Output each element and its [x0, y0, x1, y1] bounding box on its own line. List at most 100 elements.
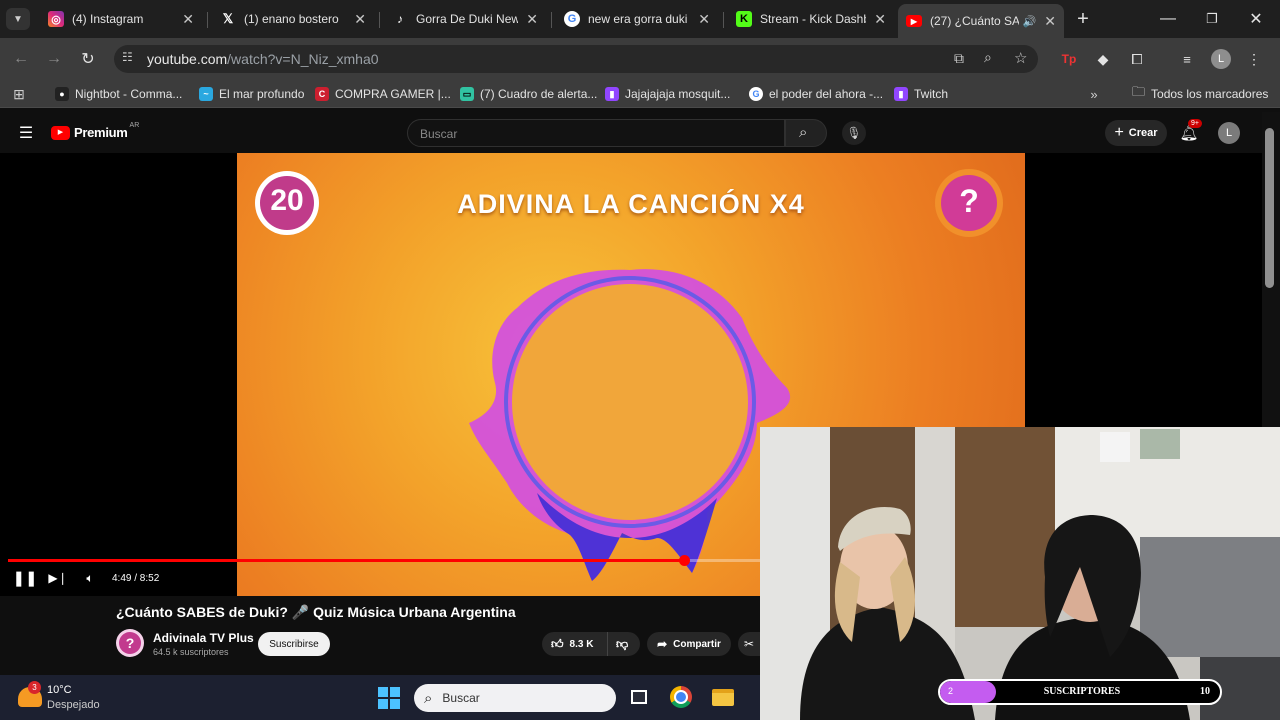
- extensions-button[interactable]: ⧠: [1126, 49, 1148, 69]
- like-dislike-group: 👍︎ 8.3 K 👎︎: [542, 632, 640, 656]
- close-icon[interactable]: ✕: [874, 11, 886, 28]
- account-avatar[interactable]: L: [1218, 122, 1240, 144]
- bookmark-item[interactable]: ▮ Jajajajaja mosquit...: [605, 86, 730, 102]
- bookmark-item[interactable]: ▮ Twitch: [894, 86, 948, 102]
- bookmark-label: el poder del ahora -...: [769, 87, 884, 101]
- subscribe-button[interactable]: Suscribirse: [258, 632, 330, 656]
- weather-condition: Despejado: [47, 699, 100, 711]
- minimize-button[interactable]: —: [1150, 6, 1186, 32]
- address-bar[interactable]: ☷ youtube.com/watch?v=N_Niz_xmha0 ⧉ ⌕ ☆: [114, 45, 1038, 73]
- apps-button[interactable]: ⊞: [10, 85, 28, 103]
- install-app-icon[interactable]: ⧉: [954, 50, 964, 67]
- channel-avatar[interactable]: ?: [116, 629, 144, 657]
- double-chevron-icon: »: [1090, 86, 1098, 102]
- youtube-logo[interactable]: ▶ Premium AR: [51, 122, 140, 140]
- all-bookmarks-button[interactable]: 🗀 Todos los marcadores: [1132, 84, 1269, 102]
- guide-menu-button[interactable]: ☰: [16, 123, 36, 143]
- close-window-button[interactable]: ✕: [1238, 6, 1274, 32]
- bookmark-item[interactable]: C COMPRA GAMER |...: [315, 86, 451, 102]
- subscribe-label: Suscribirse: [269, 638, 319, 650]
- folder-icon: [712, 688, 734, 706]
- tab-google[interactable]: G new era gorra duki - ✕: [560, 4, 714, 34]
- next-button[interactable]: ▶❘: [48, 569, 67, 587]
- taskbar-search[interactable]: ⌕ Buscar: [414, 684, 616, 712]
- voice-search-button[interactable]: 🎙: [842, 121, 866, 145]
- task-view-button[interactable]: [628, 686, 650, 708]
- twitch-icon: ▮: [605, 87, 619, 101]
- bookmark-item[interactable]: ▭ (7) Cuadro de alerta...: [460, 86, 597, 102]
- tab-x[interactable]: 𝕏 (1) enano bostero ✕: [216, 4, 370, 34]
- new-tab-button[interactable]: +: [1070, 6, 1096, 32]
- zoom-icon[interactable]: ⌕: [984, 49, 992, 66]
- bookmark-item[interactable]: G el poder del ahora -...: [749, 86, 883, 102]
- arrow-left-icon: ←: [13, 50, 29, 67]
- more-bookmarks-button[interactable]: »: [1086, 85, 1102, 103]
- all-bookmarks-label: Todos los marcadores: [1151, 87, 1269, 101]
- tab-title: Gorra De Duki New E: [416, 12, 519, 26]
- bookmark-star-icon[interactable]: ☆: [1014, 49, 1027, 67]
- share-label: Compartir: [673, 638, 721, 650]
- sub-goal-label: SUSCRIPTORES: [1043, 686, 1121, 697]
- weather-widget[interactable]: 3 10°C Despejado: [18, 681, 108, 715]
- back-button[interactable]: ←: [10, 48, 32, 70]
- channel-name[interactable]: Adivinala TV Plus: [153, 631, 254, 645]
- extension-tp-button[interactable]: Tp: [1058, 49, 1080, 69]
- chrome-taskbar-button[interactable]: [668, 684, 694, 710]
- minimize-icon: —: [1160, 10, 1176, 27]
- create-button[interactable]: + Crear: [1105, 120, 1167, 146]
- scrollbar-thumb[interactable]: [1265, 128, 1274, 288]
- like-count: 8.3 K: [569, 638, 594, 650]
- tab-kick[interactable]: K Stream - Kick Dashbo ✕: [732, 4, 890, 34]
- tab-title: (1) enano bostero: [244, 12, 339, 26]
- weather-temp: 10°C: [47, 684, 72, 696]
- tab-search-button[interactable]: ▼: [6, 8, 30, 30]
- search-input[interactable]: Buscar: [407, 119, 785, 147]
- tab-title: (4) Instagram: [72, 12, 144, 26]
- file-explorer-button[interactable]: [710, 686, 736, 708]
- clip-button[interactable]: ✂: [738, 632, 760, 656]
- region-code: AR: [129, 122, 140, 129]
- webcam-scene: [760, 427, 1280, 720]
- chevron-down-icon: ▼: [13, 13, 23, 25]
- browser-tab-strip: ▼ ◎ (4) Instagram ✕ 𝕏 (1) enano bostero …: [0, 0, 1280, 38]
- tab-youtube-active[interactable]: ▶ (27) ¿Cuánto SABE 🔊 ✕: [898, 4, 1064, 38]
- nightbot-icon: ●: [55, 87, 69, 101]
- mute-button[interactable]: 🔈︎: [81, 569, 99, 587]
- restore-button[interactable]: ❐: [1194, 6, 1230, 32]
- profile-button[interactable]: L: [1211, 49, 1231, 69]
- close-icon[interactable]: ✕: [354, 11, 366, 28]
- folder-icon: 🗀: [1132, 84, 1146, 99]
- extension-diamond-button[interactable]: ◆: [1092, 49, 1114, 69]
- bookmark-label: Nightbot - Comma...: [75, 87, 183, 101]
- close-icon[interactable]: ✕: [182, 11, 194, 28]
- pause-button[interactable]: ❚❚: [12, 569, 37, 587]
- progress-fill: [8, 559, 684, 562]
- media-control-button[interactable]: ≡: [1176, 49, 1198, 69]
- close-icon[interactable]: ✕: [698, 11, 710, 28]
- tab-instagram[interactable]: ◎ (4) Instagram ✕: [44, 4, 198, 34]
- speaker-icon[interactable]: 🔊: [1023, 15, 1037, 28]
- notifications-button[interactable]: 🔔︎ 9+: [1178, 119, 1202, 144]
- bookmark-item[interactable]: ~ El mar profundo: [199, 86, 304, 102]
- bookmark-label: (7) Cuadro de alerta...: [480, 87, 598, 101]
- tab-tiktok[interactable]: ♪ Gorra De Duki New E ✕: [388, 4, 542, 34]
- kebab-menu-icon: ⋮: [1247, 50, 1261, 67]
- close-icon[interactable]: ✕: [1044, 13, 1056, 30]
- search-button[interactable]: ⌕: [785, 119, 827, 147]
- forward-button[interactable]: →: [43, 48, 65, 70]
- url-host: youtube.com: [147, 51, 228, 67]
- bookmark-item[interactable]: ● Nightbot - Comma...: [55, 86, 182, 102]
- dislike-button[interactable]: 👎︎: [608, 637, 628, 652]
- share-button[interactable]: ➦ Compartir: [647, 632, 731, 656]
- create-label: Crear: [1128, 127, 1158, 139]
- chrome-menu-button[interactable]: ⋮: [1245, 49, 1263, 69]
- start-button[interactable]: [376, 685, 402, 711]
- like-button[interactable]: 👍︎ 8.3 K: [542, 632, 608, 656]
- progress-scrubber[interactable]: [679, 555, 690, 566]
- youtube-icon: ▶: [906, 15, 922, 27]
- site-settings-icon[interactable]: ☷: [122, 50, 133, 64]
- bookmark-label: COMPRA GAMER |...: [335, 87, 451, 101]
- reload-button[interactable]: ↻: [77, 48, 99, 70]
- streamlabs-icon: ▭: [460, 87, 474, 101]
- close-icon[interactable]: ✕: [526, 11, 538, 28]
